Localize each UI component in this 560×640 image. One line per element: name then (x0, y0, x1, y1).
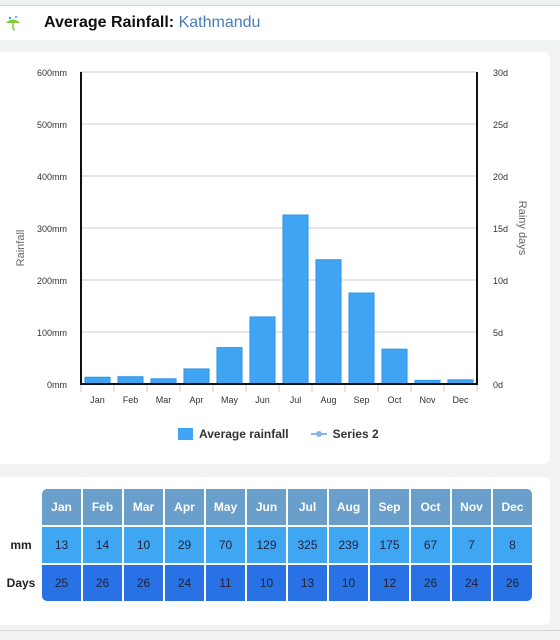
y-tick-label: 500mm (37, 120, 67, 130)
x-tick-label: Feb (123, 395, 139, 405)
x-tick-label: Sep (353, 395, 369, 405)
y-tick-label: 400mm (37, 172, 67, 182)
table-cell: 26 (411, 565, 450, 601)
table-cell: 325 (288, 527, 327, 563)
month-header: May (206, 489, 245, 525)
bar-aug[interactable] (315, 259, 342, 385)
table-cell: 10 (329, 565, 368, 601)
month-header: Nov (452, 489, 491, 525)
x-tick-label: Apr (189, 395, 203, 405)
table-cell: 8 (493, 527, 532, 563)
legend-line-marker-icon[interactable] (310, 428, 327, 440)
legend-swatch-rainfall[interactable] (178, 428, 193, 440)
y-tick-label: 600mm (37, 68, 67, 78)
table-cell: 7 (452, 527, 491, 563)
bar-jul[interactable] (282, 214, 309, 385)
y2-tick-label: 25d (493, 120, 508, 130)
bottom-divider (0, 630, 560, 631)
x-tick-label: Jan (90, 395, 105, 405)
table-cell: 26 (83, 565, 122, 601)
table-cell: 13 (288, 565, 327, 601)
bar-sep[interactable] (348, 292, 375, 385)
corner-cell (2, 489, 40, 525)
city-name: Kathmandu (178, 14, 261, 31)
table-cell: 10 (247, 565, 286, 601)
bar-feb[interactable] (117, 376, 144, 385)
table-cell: 175 (370, 527, 409, 563)
table-cell: 25 (42, 565, 81, 601)
table-cell: 129 (247, 527, 286, 563)
table-cell: 70 (206, 527, 245, 563)
y-tick-label: 200mm (37, 276, 67, 286)
bar-jun[interactable] (249, 316, 276, 385)
table-cell: 29 (165, 527, 204, 563)
rainfall-chart: 0mm 0d 100mm 5d 200mm 10d 300mm 15d 400mm 20d 500m… (15, 68, 528, 405)
table-cell: 14 (83, 527, 122, 563)
month-header: Mar (124, 489, 163, 525)
table-cell: 67 (411, 527, 450, 563)
header: Average Rainfall: Kathmandu (0, 6, 560, 40)
table-cell: 12 (370, 565, 409, 601)
y2-tick-label: 10d (493, 276, 508, 286)
row-label: Days (6, 576, 36, 590)
table-row: mm 13 14 10 29 70 129 325 239 175 67 7 8 (2, 527, 532, 563)
month-header: Feb (83, 489, 122, 525)
table-cell: 24 (165, 565, 204, 601)
month-header: Aug (329, 489, 368, 525)
umbrella-icon (6, 16, 20, 31)
y-tick-label: 300mm (37, 224, 67, 234)
y-axis-label: Rainfall (15, 230, 27, 267)
x-tick-label: Mar (156, 395, 172, 405)
x-tick-label: Oct (387, 395, 402, 405)
row-label: mm (10, 538, 32, 552)
table-cell: 13 (42, 527, 81, 563)
bar-apr[interactable] (183, 368, 210, 385)
bar-oct[interactable] (381, 348, 408, 385)
month-header: Jun (247, 489, 286, 525)
x-tick-label: May (221, 395, 239, 405)
y2-tick-label: 20d (493, 172, 508, 182)
month-header: Dec (493, 489, 532, 525)
month-header: Apr (165, 489, 204, 525)
table-cell: 26 (124, 565, 163, 601)
x-tick-label: Jul (290, 395, 302, 405)
legend-label-series2[interactable]: Series 2 (333, 427, 379, 441)
y2-tick-label: 15d (493, 224, 508, 234)
table-cell: 239 (329, 527, 368, 563)
x-tick-label: Aug (320, 395, 336, 405)
legend-label-rainfall[interactable]: Average rainfall (199, 427, 289, 441)
table-row: Days 25 26 26 24 11 10 13 10 12 26 24 26 (2, 565, 532, 601)
y2-tick-label: 0d (493, 380, 503, 390)
month-header: Jan (42, 489, 81, 525)
table-cell: 24 (452, 565, 491, 601)
bar-may[interactable] (216, 347, 243, 385)
table-cell: 10 (124, 527, 163, 563)
chart-legend: Average rainfall Series 2 (178, 427, 379, 441)
page-title: Average Rainfall: Kathmandu (44, 14, 260, 32)
x-tick-label: Dec (452, 395, 469, 405)
y-tick-label: 100mm (37, 328, 67, 338)
month-header: Sep (370, 489, 409, 525)
y-tick-label: 0mm (47, 380, 67, 390)
y2-tick-label: 30d (493, 68, 508, 78)
y2-axis-label: Rainy days (516, 201, 528, 256)
title-label: Average Rainfall: (44, 14, 175, 31)
month-header: Jul (288, 489, 327, 525)
x-tick-label: Nov (419, 395, 436, 405)
x-tick-label: Jun (255, 395, 270, 405)
bar-jan[interactable] (84, 376, 111, 385)
table-cell: 11 (206, 565, 245, 601)
rainfall-table: Jan Feb Mar Apr May Jun Jul Aug Sep Oct Nov Dec mm 1… (0, 487, 534, 603)
y2-tick-label: 5d (493, 328, 503, 338)
month-header: Oct (411, 489, 450, 525)
table-cell: 26 (493, 565, 532, 601)
